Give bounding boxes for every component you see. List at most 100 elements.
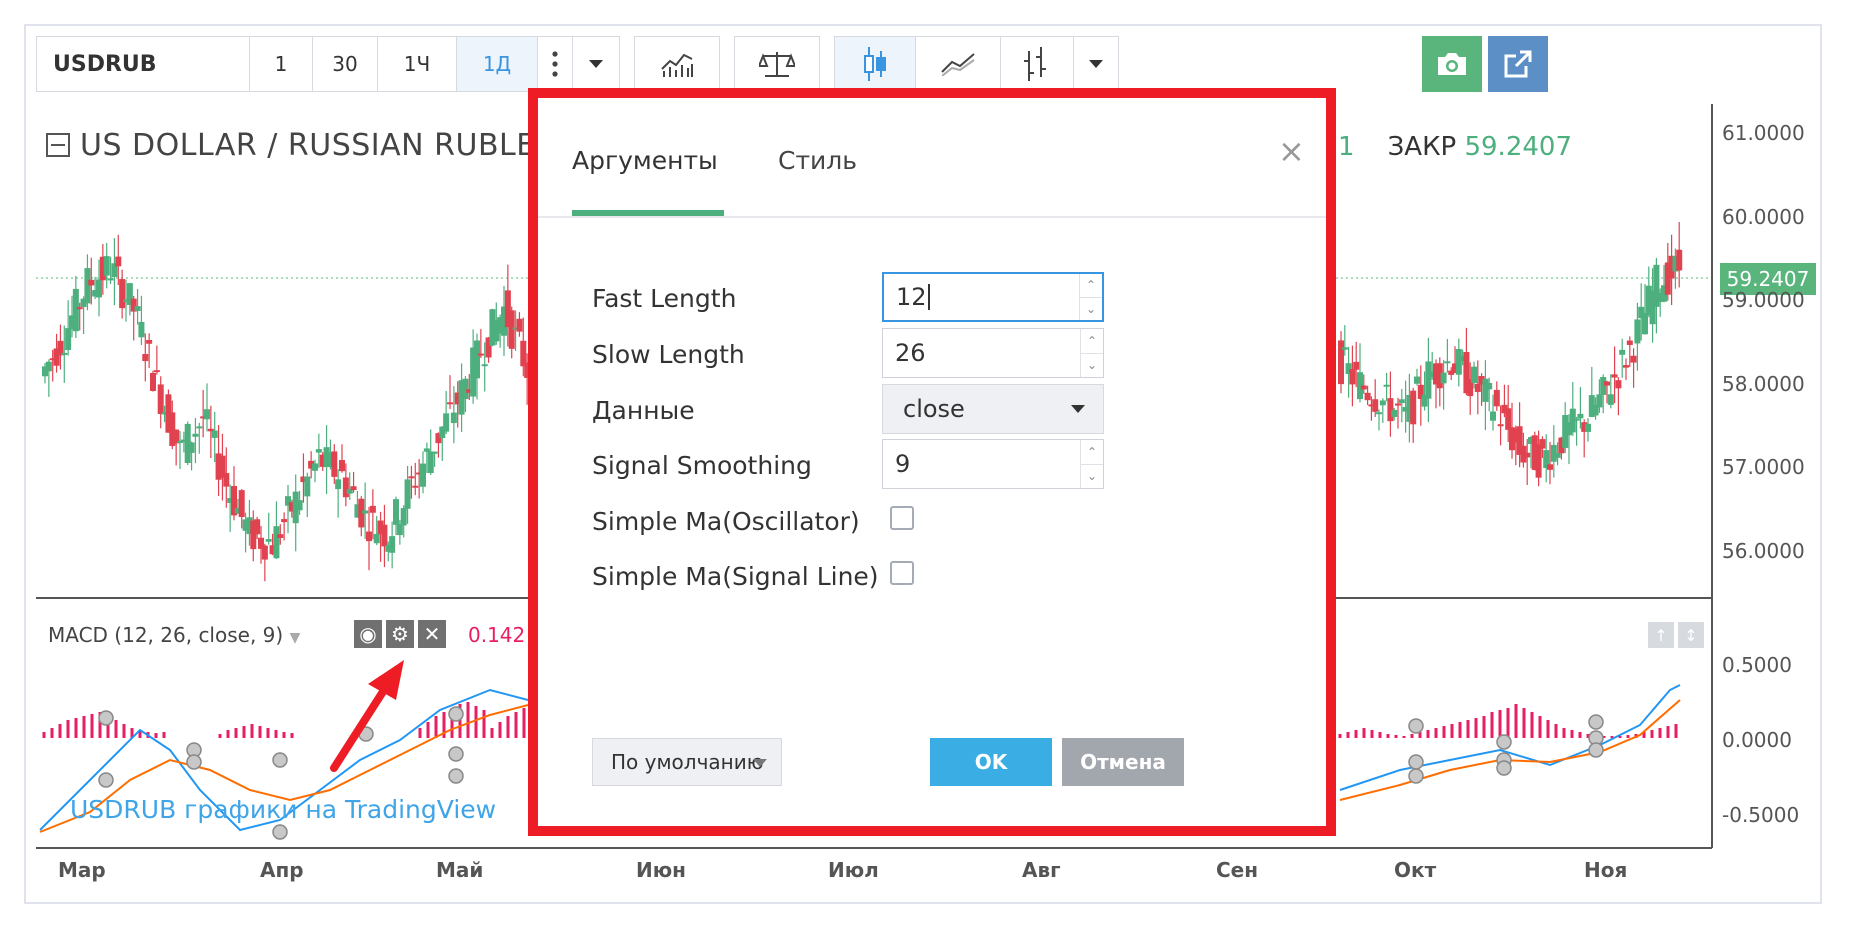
- candle-body: [1600, 377, 1607, 395]
- candle-body: [427, 451, 434, 474]
- macd-controls: ◉ ⚙ ✕: [354, 620, 446, 648]
- candle-body: [1596, 394, 1603, 408]
- candle-body: [192, 433, 199, 437]
- candle-body: [142, 353, 149, 362]
- crossover-marker: [272, 824, 288, 840]
- chevron-down-icon: [753, 759, 767, 767]
- ok-button[interactable]: OK: [930, 738, 1052, 786]
- candle-body: [1471, 366, 1477, 383]
- signal-line: [1339, 699, 1681, 801]
- candle-body: [1577, 413, 1584, 419]
- candle-body: [1642, 312, 1648, 335]
- crossover-marker: [98, 710, 114, 726]
- candle-body: [1341, 347, 1348, 350]
- move-up-icon[interactable]: ↑: [1648, 622, 1674, 648]
- text-cursor: [927, 284, 930, 310]
- settings-gear-icon[interactable]: ⚙: [386, 620, 414, 648]
- dialog-tabs: Аргументы Стиль ×: [538, 98, 1326, 218]
- signal-smoothing-input[interactable]: 9 ⌃ ⌄: [882, 439, 1104, 489]
- candle-body: [1630, 355, 1637, 363]
- candle-body: [1554, 453, 1561, 458]
- candle-body: [1379, 400, 1386, 406]
- candle-body: [420, 463, 426, 487]
- candle-body: [115, 256, 122, 267]
- defaults-label: По умолчанию: [611, 750, 764, 774]
- candle-body: [450, 412, 457, 424]
- candle-body: [1623, 365, 1629, 368]
- candle-body: [223, 473, 230, 487]
- tab-style[interactable]: Стиль: [778, 146, 857, 175]
- tradingview-watermark[interactable]: USDRUB графики на TradingView: [70, 795, 496, 824]
- chevron-down-icon[interactable]: ⌄: [1080, 298, 1102, 321]
- candle-body: [296, 500, 303, 511]
- signal-smoothing-stepper[interactable]: ⌃ ⌄: [1080, 440, 1103, 488]
- candle-body: [204, 409, 210, 420]
- crossover-marker: [98, 772, 114, 788]
- maximize-pane-icon[interactable]: ↕: [1678, 622, 1704, 648]
- candle-body: [1539, 439, 1546, 449]
- fast-length-stepper[interactable]: ⌃ ⌄: [1079, 274, 1102, 320]
- macd-menu-caret-icon[interactable]: ▼: [290, 630, 301, 646]
- time-axis-label: Апр: [260, 858, 304, 882]
- candle-body: [396, 524, 403, 536]
- crossover-marker: [1408, 718, 1424, 734]
- candle-body: [1474, 383, 1481, 392]
- candle-body: [1573, 418, 1580, 421]
- simple-ma-oscillator-checkbox[interactable]: [890, 506, 914, 530]
- slow-length-input[interactable]: 26 ⌃ ⌄: [882, 328, 1104, 378]
- chevron-up-icon[interactable]: ⌃: [1081, 440, 1103, 465]
- price-axis-label: 58.0000: [1722, 372, 1805, 396]
- candle-body: [1455, 348, 1462, 375]
- candle-body: [1497, 424, 1504, 427]
- active-tab-indicator: [572, 210, 724, 216]
- close-icon[interactable]: ×: [1278, 132, 1305, 170]
- candle-body: [1414, 376, 1420, 384]
- time-axis-label: Май: [436, 858, 484, 882]
- candle-body: [1360, 385, 1367, 390]
- candle-body: [443, 413, 450, 432]
- price-axis-label: 57.0000: [1722, 455, 1805, 479]
- candle-body: [1398, 399, 1405, 404]
- signal-smoothing-value: 9: [895, 450, 911, 478]
- candle-body: [477, 353, 484, 356]
- candle-body: [211, 430, 218, 438]
- candle-body: [45, 361, 52, 372]
- tab-arguments[interactable]: Аргументы: [572, 146, 718, 175]
- crossover-marker: [358, 726, 374, 742]
- candle-body: [72, 288, 79, 332]
- slow-length-label: Slow Length: [592, 340, 745, 369]
- candle-body: [134, 306, 141, 311]
- candle-body: [1383, 384, 1390, 387]
- crossover-marker: [448, 706, 464, 722]
- candle-body: [1611, 374, 1618, 378]
- defaults-button[interactable]: По умолчанию: [592, 738, 782, 786]
- macd-title[interactable]: MACD (12, 26, close, 9) ▼: [48, 623, 300, 647]
- collapse-legend-icon[interactable]: [46, 132, 70, 157]
- crossover-marker: [1588, 742, 1604, 758]
- simple-ma-signal-checkbox[interactable]: [890, 561, 914, 585]
- time-axis-label: Авг: [1022, 858, 1061, 882]
- cancel-button[interactable]: Отмена: [1062, 738, 1184, 786]
- series-title-text: US DOLLAR / RUSSIAN RUBLE: [80, 128, 536, 163]
- chevron-down-icon[interactable]: ⌄: [1081, 465, 1103, 489]
- chevron-up-icon[interactable]: ⌃: [1080, 274, 1102, 298]
- candle-body: [1482, 378, 1489, 402]
- candle-body: [1444, 361, 1451, 364]
- macd-title-text: MACD (12, 26, close, 9): [48, 623, 284, 647]
- candle-body: [342, 477, 349, 498]
- visibility-eye-icon[interactable]: ◉: [354, 620, 382, 648]
- time-axis-label: Сен: [1216, 858, 1259, 882]
- candle-body: [462, 378, 469, 400]
- candle-body: [1425, 361, 1432, 399]
- candle-body: [88, 279, 95, 286]
- candle-body: [196, 426, 203, 429]
- data-source-select[interactable]: close: [882, 384, 1104, 434]
- chevron-down-icon[interactable]: ⌄: [1081, 354, 1103, 378]
- candle-body: [1490, 411, 1496, 421]
- chevron-up-icon[interactable]: ⌃: [1081, 329, 1103, 354]
- slow-length-stepper[interactable]: ⌃ ⌄: [1080, 329, 1103, 377]
- fast-length-input[interactable]: 12 ⌃ ⌄: [882, 272, 1104, 322]
- price-axis-label: 60.0000: [1722, 205, 1805, 229]
- remove-close-icon[interactable]: ✕: [418, 620, 446, 648]
- candle-body: [1604, 381, 1610, 386]
